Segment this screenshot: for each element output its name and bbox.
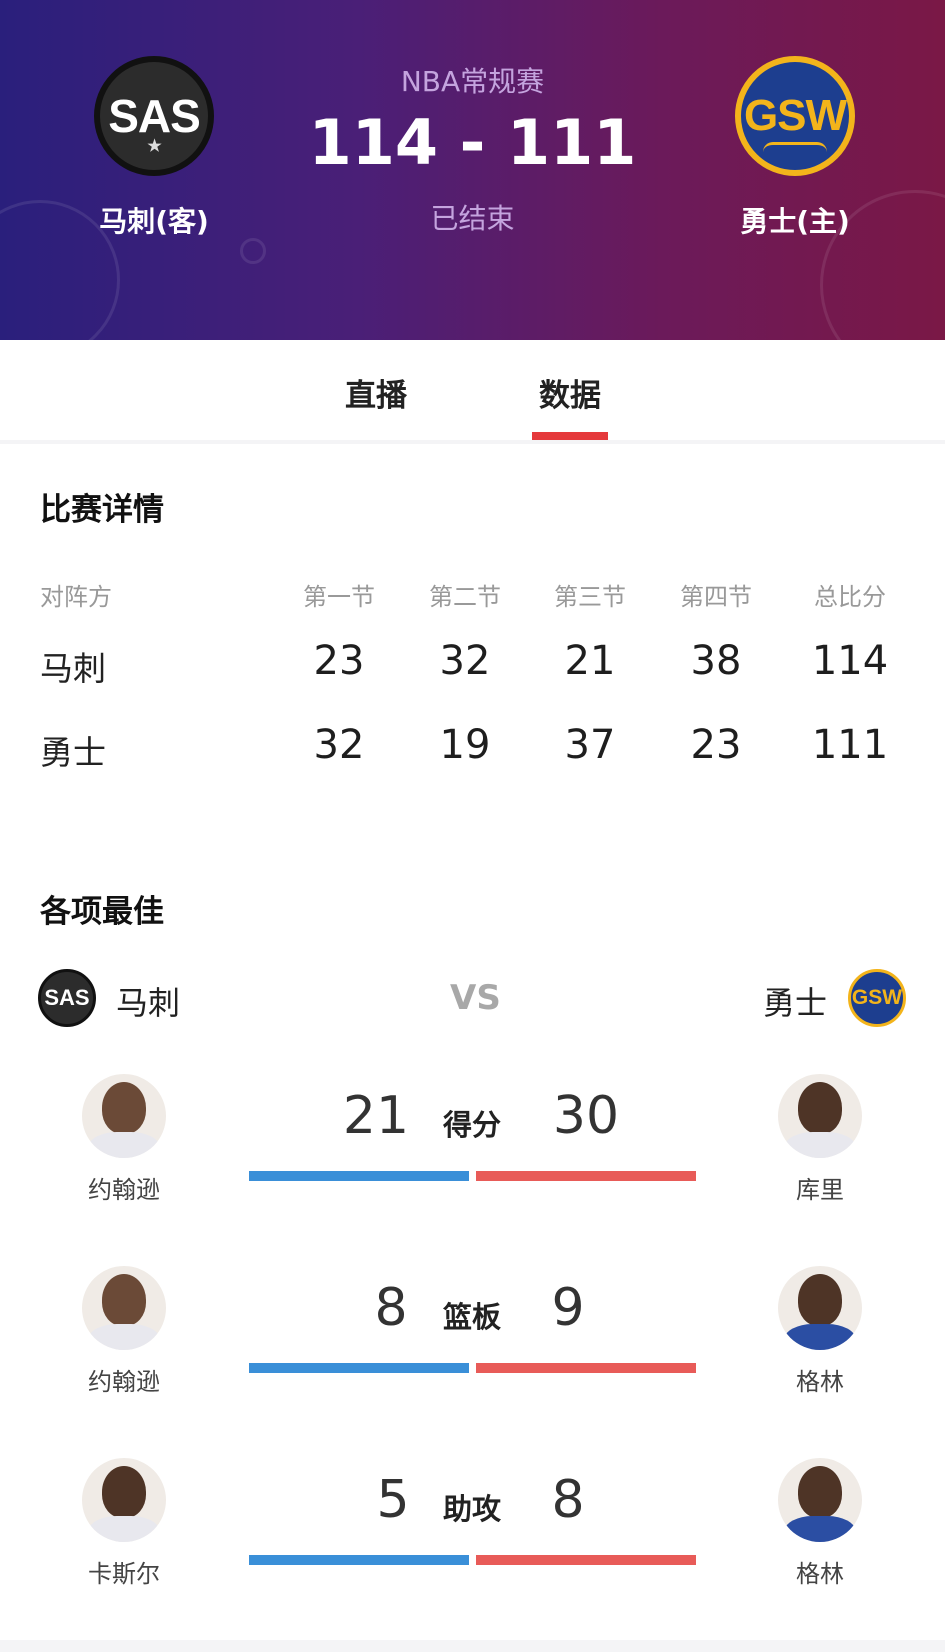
row-team-label: 马刺 — [40, 649, 106, 688]
row-team-label: 勇士 — [40, 733, 106, 772]
quarter-score: 19 — [439, 722, 491, 768]
avatar-shoulders — [88, 1132, 160, 1158]
decor-circle — [240, 238, 266, 264]
avatar-head — [798, 1466, 842, 1518]
active-tab-indicator — [532, 432, 608, 440]
away-leader-name[interactable]: 约翰逊 — [44, 1170, 204, 1205]
home-stat-bar — [476, 1363, 696, 1373]
tab-bar: 直播 数据 — [0, 340, 945, 440]
tab-live[interactable]: 直播 — [306, 370, 446, 415]
avatar-shoulders — [784, 1324, 856, 1350]
quarter-score: 23 — [690, 722, 742, 768]
player-avatar-icon[interactable] — [778, 1074, 862, 1158]
match-header: SAS ★ 马刺(客) NBA常规赛 114 - 111 已结束 GSW 勇士(… — [0, 0, 945, 340]
avatar-shoulders — [784, 1516, 856, 1542]
home-leader-name[interactable]: 库里 — [740, 1170, 900, 1205]
logo-text: GSW — [743, 91, 847, 140]
avatar-shoulders — [784, 1132, 856, 1158]
away-stat-value: 21 — [342, 1086, 410, 1146]
quarter-score: 32 — [313, 722, 365, 768]
player-avatar-icon[interactable] — [82, 1074, 166, 1158]
home-stat-value: 30 — [552, 1086, 620, 1146]
column-header: 第二节 — [429, 583, 501, 611]
away-leader-name[interactable]: 约翰逊 — [44, 1362, 204, 1397]
player-avatar-icon[interactable] — [82, 1458, 166, 1542]
quarter-score: 32 — [439, 638, 491, 684]
total-score: 114 — [811, 638, 889, 684]
home-stat-bar — [476, 1171, 696, 1181]
avatar-head — [102, 1466, 146, 1518]
match-details-card: 比赛详情 对阵方 第一节 第二节 第三节 第四节 总比分 马刺 23 32 21… — [0, 444, 945, 840]
gsw-team-logo-icon[interactable]: GSW — [735, 56, 855, 176]
avatar-head — [798, 1274, 842, 1326]
column-header: 第四节 — [680, 583, 752, 611]
section-title: 比赛详情 — [40, 492, 164, 528]
away-stat-bar — [249, 1171, 469, 1181]
gsw-team-logo-icon: GSW — [848, 969, 906, 1027]
player-avatar-icon[interactable] — [778, 1266, 862, 1350]
avatar-head — [102, 1082, 146, 1134]
section-title: 各项最佳 — [40, 894, 164, 930]
column-header: 对阵方 — [40, 583, 112, 611]
column-header: 第三节 — [554, 583, 626, 611]
avatar-head — [798, 1082, 842, 1134]
away-team-label: 马刺 — [116, 984, 181, 1022]
bridge-icon — [763, 142, 827, 152]
home-team-label: 勇士 — [763, 984, 828, 1022]
home-stat-value: 9 — [551, 1278, 585, 1338]
vs-label: VS — [450, 978, 501, 1018]
sas-team-logo-icon: SAS — [38, 969, 96, 1027]
away-stat-bar — [249, 1363, 469, 1373]
quarter-score: 23 — [313, 638, 365, 684]
avatar-head — [102, 1274, 146, 1326]
column-header: 第一节 — [303, 583, 375, 611]
column-header: 总比分 — [814, 583, 886, 611]
leaders-card: 各项最佳 SAS 马刺 VS 勇士 GSW 约翰逊 21 得分 30 库里 约翰… — [0, 840, 945, 1640]
quarter-score: 21 — [564, 638, 616, 684]
home-leader-name[interactable]: 格林 — [740, 1554, 900, 1589]
away-leader-name[interactable]: 卡斯尔 — [44, 1554, 204, 1589]
avatar-shoulders — [88, 1324, 160, 1350]
total-score: 111 — [811, 722, 889, 768]
away-stat-bar — [249, 1555, 469, 1565]
player-avatar-icon[interactable] — [778, 1458, 862, 1542]
home-stat-bar — [476, 1555, 696, 1565]
home-stat-value: 8 — [551, 1470, 585, 1530]
avatar-shoulders — [88, 1516, 160, 1542]
quarter-score: 38 — [690, 638, 742, 684]
home-team-name[interactable]: 勇士(主) — [695, 200, 895, 240]
home-leader-name[interactable]: 格林 — [740, 1362, 900, 1397]
stat-label: 得分 — [442, 1108, 501, 1142]
tab-stats[interactable]: 数据 — [500, 370, 640, 415]
quarter-score: 37 — [564, 722, 616, 768]
player-avatar-icon[interactable] — [82, 1266, 166, 1350]
